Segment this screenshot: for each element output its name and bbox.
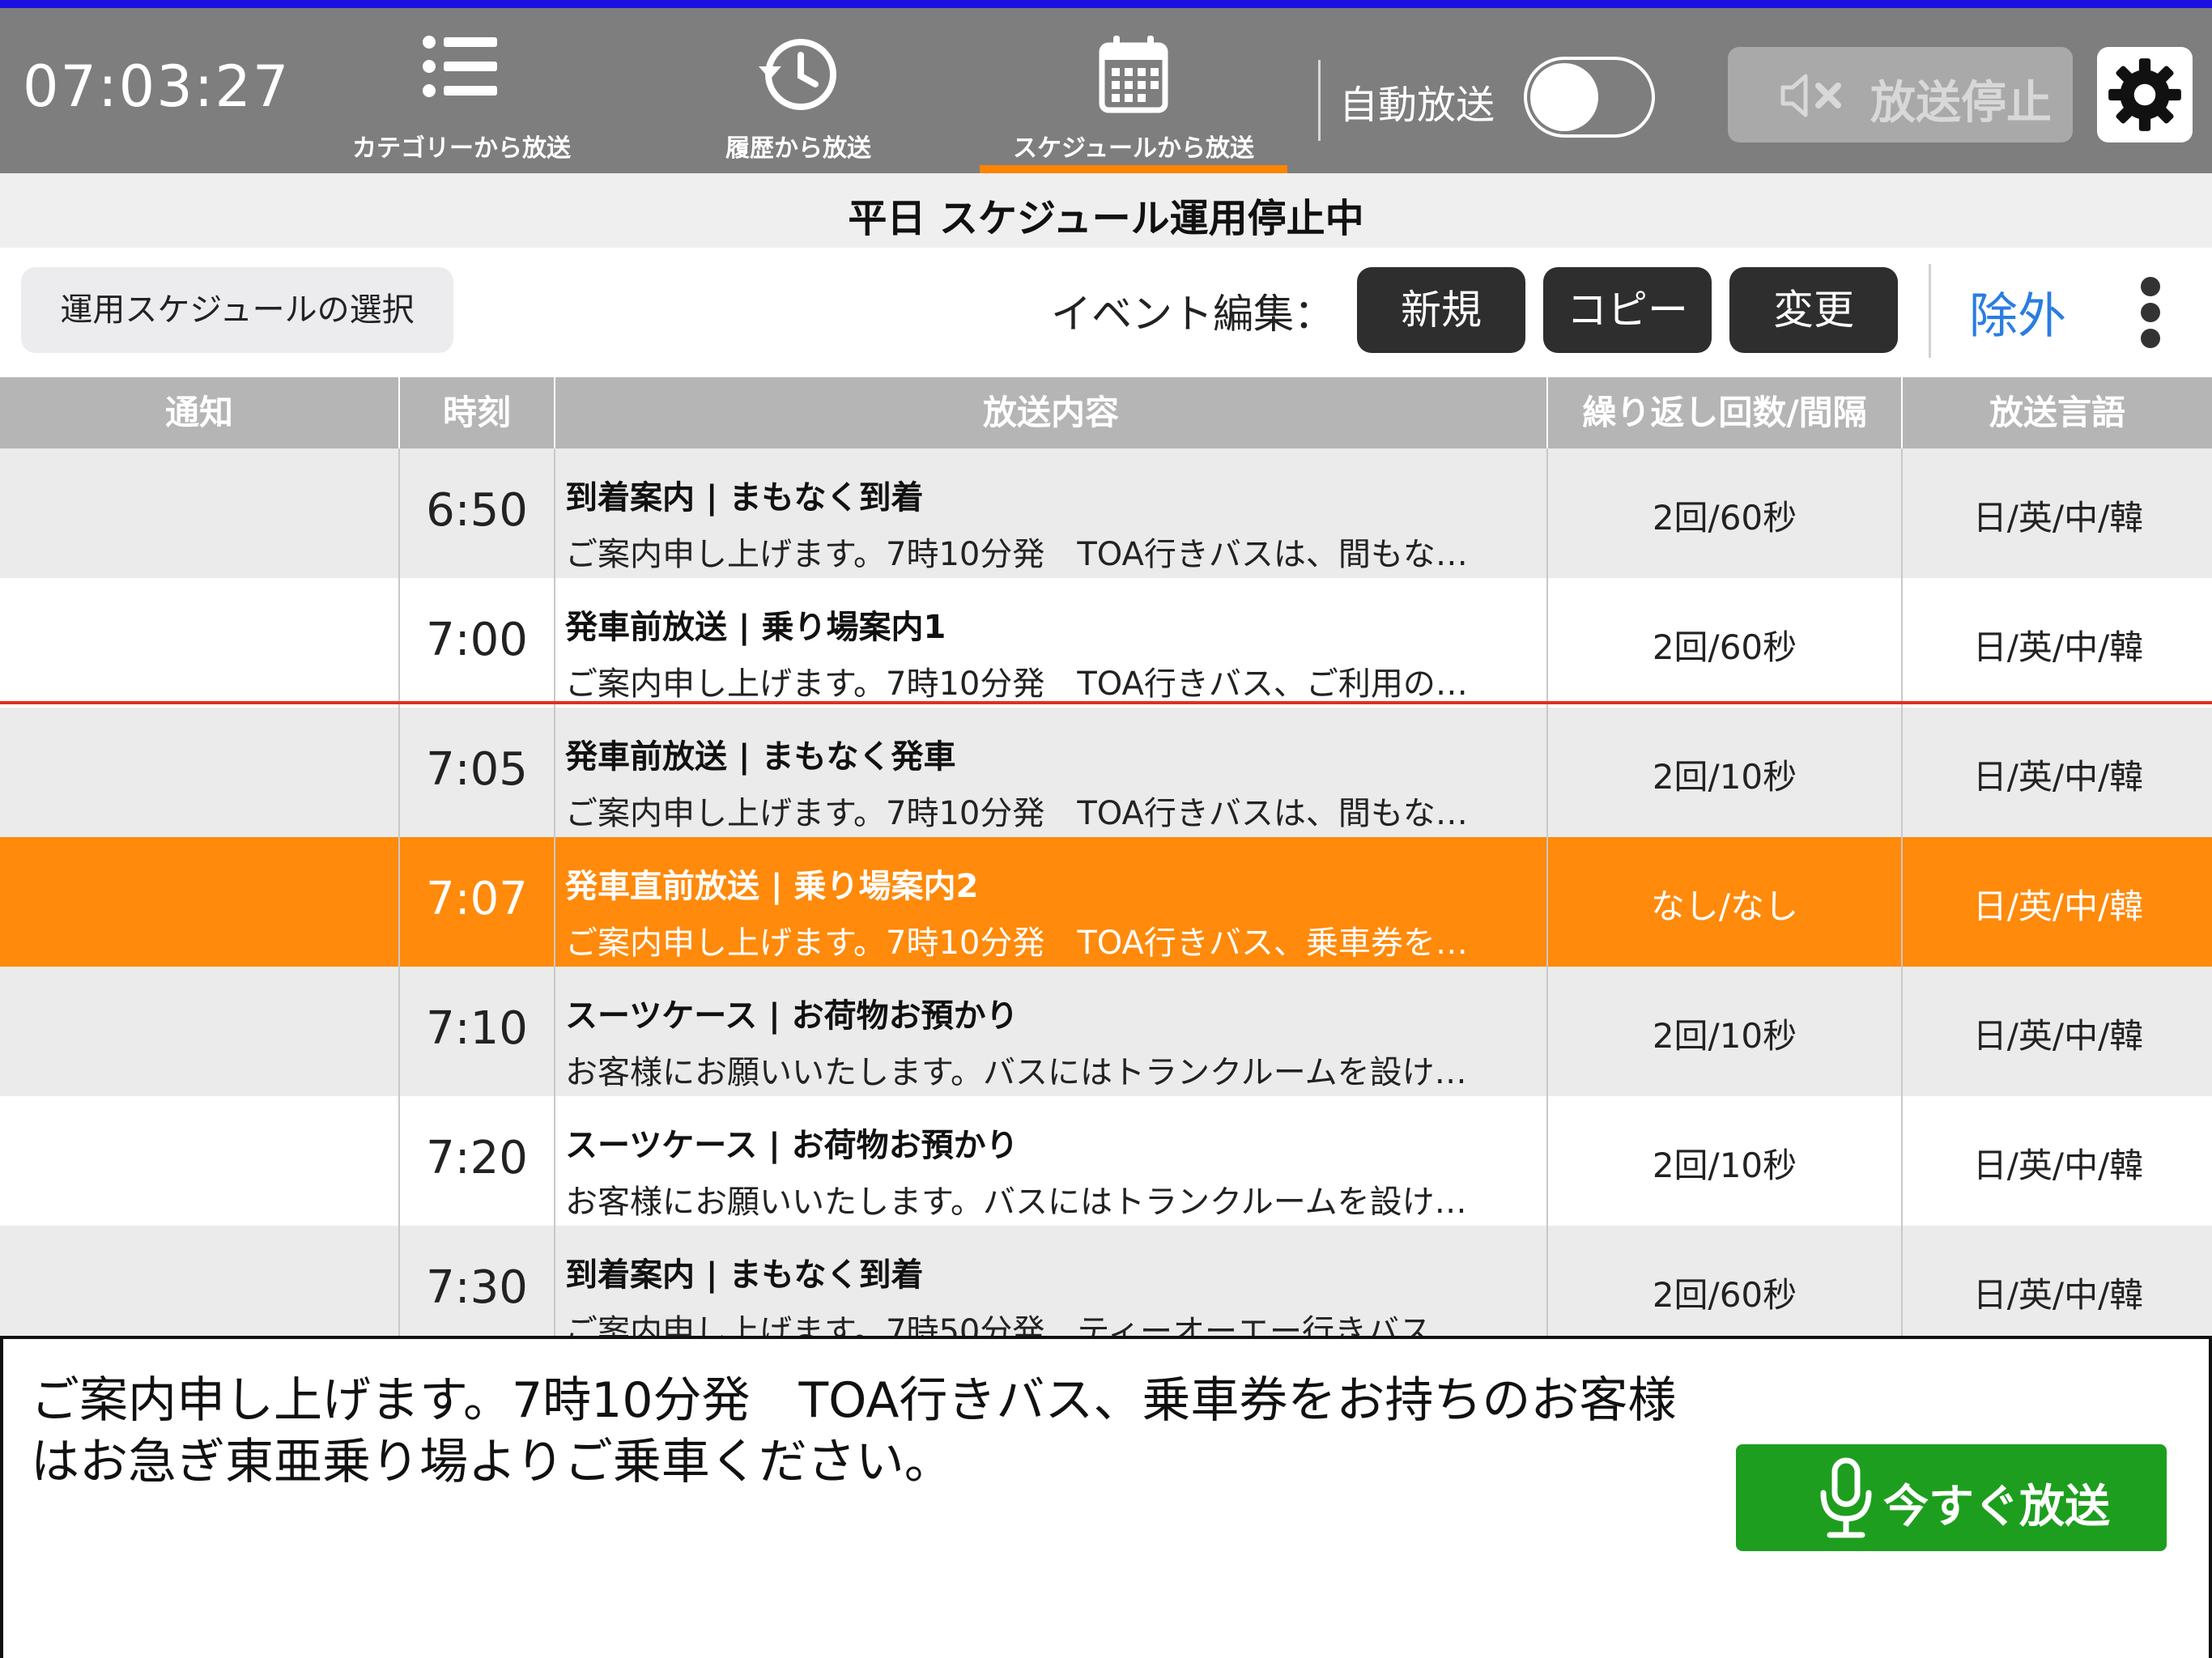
row-text: ご案内申し上げます。7時50分発 ティーオーエー行きバス… [565, 1313, 1464, 1336]
auto-broadcast-label: 自動放送 [1339, 83, 1495, 128]
copy-event-button[interactable]: コピー [1543, 267, 1712, 353]
event-edit-label: イベント編集： [1051, 291, 1334, 338]
row-title: スーツケース | お荷物お預かり [565, 1127, 1019, 1164]
table-row[interactable]: 7:00 発車前放送 | 乗り場案内1 ご案内申し上げます。7時10分発 TOA… [0, 578, 2212, 708]
top-accent-line [0, 0, 2212, 8]
column-divider [554, 449, 555, 1336]
list-icon [423, 36, 497, 97]
new-event-button[interactable]: 新規 [1357, 267, 1525, 353]
clock: 07:03:27 [23, 53, 291, 120]
header-content: 放送内容 [982, 393, 1119, 432]
schedule-status-bar: 平日 スケジュール運用停止中 [0, 173, 2212, 248]
row-repeat: 2回/10秒 [1652, 1016, 1797, 1056]
current-time-line [0, 701, 2212, 704]
row-time: 6:50 [426, 484, 528, 537]
calendar-icon [1099, 36, 1168, 113]
row-repeat: 2回/60秒 [1652, 627, 1797, 667]
column-divider [398, 449, 400, 1336]
row-time: 7:07 [426, 873, 528, 925]
column-divider [1546, 449, 1548, 1336]
row-language: 日/英/中/韓 [1972, 757, 2144, 797]
microphone-icon [1820, 1457, 1872, 1538]
row-time: 7:20 [426, 1132, 528, 1184]
row-title: 到着案内 | まもなく到着 [565, 479, 924, 517]
table-row[interactable]: 6:50 到着案内 | まもなく到着 ご案内申し上げます。7時10分発 TOA行… [0, 449, 2212, 578]
message-detail-panel: ご案内申し上げます。7時10分発 TOA行きバス、乗車券をお持ちのお客様はお急ぎ… [0, 1336, 2212, 1658]
row-time: 7:05 [426, 743, 528, 796]
row-time: 7:30 [426, 1261, 528, 1314]
row-time: 7:00 [426, 614, 528, 666]
nav-schedule[interactable]: スケジュールから放送 [980, 34, 1287, 175]
settings-button[interactable] [2097, 47, 2193, 142]
nav-category[interactable]: カテゴリーから放送 [308, 34, 615, 173]
table-row[interactable]: 7:20 スーツケース | お荷物お預かり お客様にお願いいたします。バスにはト… [0, 1096, 2212, 1226]
nav-category-label: カテゴリーから放送 [352, 134, 571, 163]
exclude-button[interactable]: 除外 [1969, 277, 2066, 347]
gear-icon [2108, 58, 2181, 131]
header-time: 時刻 [442, 393, 511, 432]
table-row[interactable]: 7:05 発車前放送 | まもなく発車 ご案内申し上げます。7時10分発 TOA… [0, 708, 2212, 837]
row-text: ご案内申し上げます。7時10分発 TOA行きバスは、間もな… [565, 795, 1468, 832]
broadcast-now-button[interactable]: 今すぐ放送 [1736, 1444, 2167, 1551]
row-title: 発車前放送 | まもなく発車 [565, 738, 956, 776]
toggle-knob [1530, 63, 1598, 131]
stop-broadcast-label: 放送停止 [1870, 77, 2052, 130]
row-text: ご案内申し上げます。7時10分発 TOA行きバス、ご利用の… [565, 665, 1468, 703]
row-language: 日/英/中/韓 [1972, 498, 2144, 538]
table-row[interactable]: 7:10 スーツケース | お荷物お預かり お客様にお願いいたします。バスにはト… [0, 967, 2212, 1096]
row-language: 日/英/中/韓 [1972, 1016, 2144, 1056]
row-repeat: 2回/60秒 [1652, 1275, 1797, 1315]
row-text: ご案内申し上げます。7時10分発 TOA行きバスは、間もな… [565, 536, 1468, 573]
select-schedule-button[interactable]: 運用スケジュールの選択 [21, 267, 453, 353]
broadcast-now-label: 今すぐ放送 [1883, 1481, 2110, 1533]
column-divider [1901, 449, 1903, 1336]
row-text: お客様にお願いいたします。バスにはトランクルームを設け… [565, 1184, 1467, 1221]
row-title: スーツケース | お荷物お預かり [565, 997, 1019, 1035]
history-clock-icon [759, 39, 836, 110]
auto-broadcast-toggle[interactable] [1524, 57, 1655, 138]
table-row-selected[interactable]: 7:07 発車直前放送 | 乗り場案内2 ご案内申し上げます。7時10分発 TO… [0, 837, 2212, 967]
schedule-status-text: 平日 スケジュール運用停止中 [848, 196, 1364, 241]
more-vertical-icon[interactable] [2134, 277, 2167, 350]
message-text: ご案内申し上げます。7時10分発 TOA行きバス、乗車券をお持ちのお客様はお急ぎ… [31, 1372, 1677, 1490]
nav-history[interactable]: 履歴から放送 [644, 34, 952, 173]
toolbar: 運用スケジュールの選択 イベント編集： 新規 コピー 変更 除外 [0, 248, 2212, 377]
row-text: お客様にお願いいたします。バスにはトランクルームを設け… [565, 1054, 1467, 1091]
header-repeat: 繰り返し回数/間隔 [1582, 393, 1867, 432]
row-language: 日/英/中/韓 [1972, 627, 2144, 667]
header-notify: 通知 [164, 393, 233, 432]
row-time: 7:10 [426, 1002, 528, 1055]
speaker-mute-icon [1780, 74, 1841, 117]
row-repeat: 2回/60秒 [1652, 498, 1797, 538]
row-title: 発車前放送 | 乗り場案内1 [565, 609, 946, 646]
header-divider [1318, 60, 1321, 141]
schedule-table: 6:50 到着案内 | まもなく到着 ご案内申し上げます。7時10分発 TOA行… [0, 449, 2212, 1336]
nav-schedule-label: スケジュールから放送 [1013, 134, 1254, 163]
row-repeat: 2回/10秒 [1652, 757, 1797, 797]
top-bar: 07:03:27 カテゴリーから放送 履歴から放送 スケジュールから放送 自動放… [0, 8, 2212, 175]
row-language: 日/英/中/韓 [1972, 1275, 2144, 1315]
row-text: ご案内申し上げます。7時10分発 TOA行きバス、乗車券を… [565, 925, 1468, 962]
change-event-button[interactable]: 変更 [1729, 267, 1898, 353]
table-row[interactable]: 7:30 到着案内 | まもなく到着 ご案内申し上げます。7時50分発 ティーオ… [0, 1226, 2212, 1336]
row-repeat: なし/なし [1650, 886, 1799, 926]
nav-history-label: 履歴から放送 [725, 134, 871, 163]
header-language: 放送言語 [1989, 393, 2125, 432]
table-header: 通知 時刻 放送内容 繰り返し回数/間隔 放送言語 [0, 377, 2212, 449]
toolbar-divider [1929, 264, 1931, 358]
row-title: 到着案内 | まもなく到着 [565, 1256, 924, 1294]
stop-broadcast-button[interactable]: 放送停止 [1728, 47, 2073, 142]
row-repeat: 2回/10秒 [1652, 1146, 1797, 1185]
row-language: 日/英/中/韓 [1972, 886, 2144, 926]
row-title: 発車直前放送 | 乗り場案内2 [565, 868, 979, 905]
row-language: 日/英/中/韓 [1972, 1146, 2144, 1185]
